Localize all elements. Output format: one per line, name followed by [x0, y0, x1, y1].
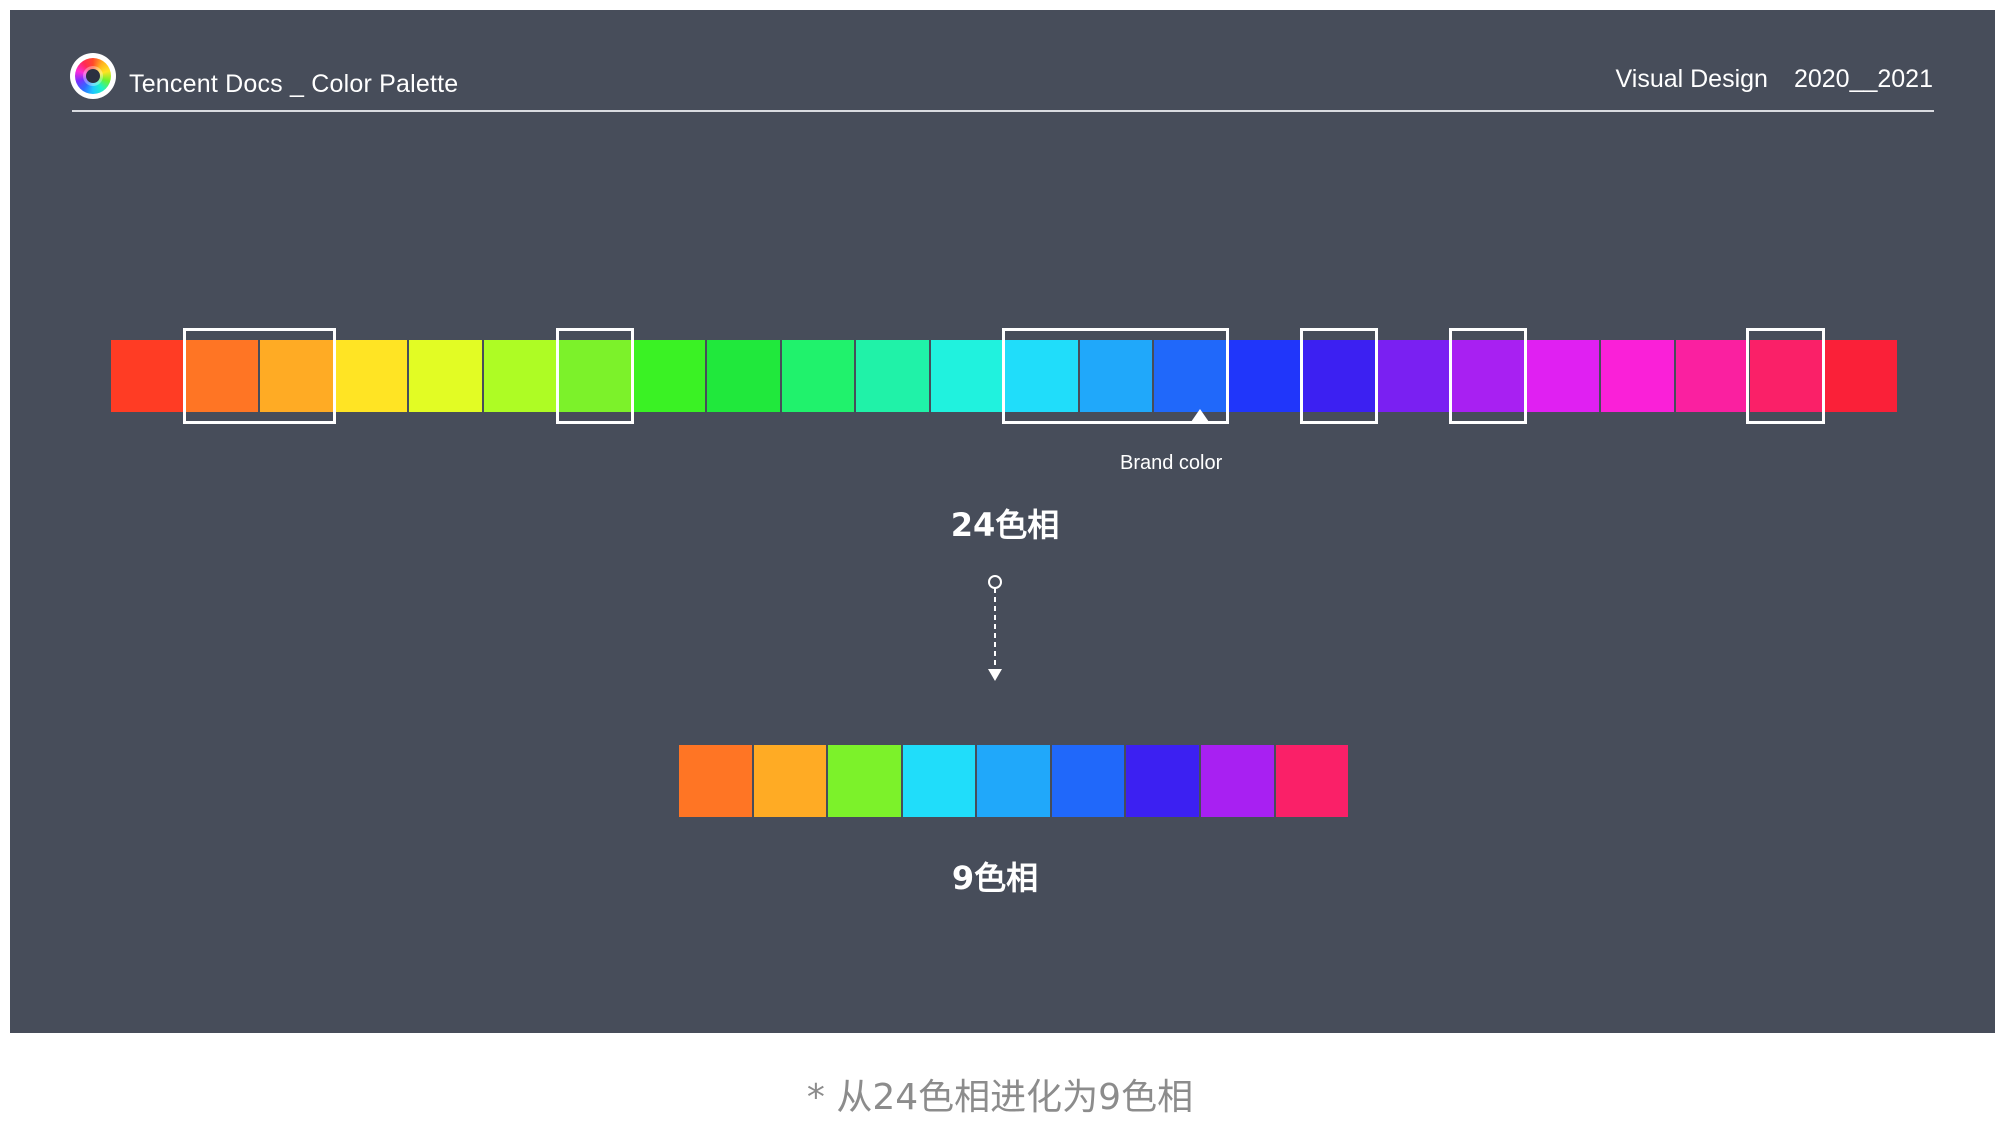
color-swatch-9 — [1275, 745, 1349, 817]
color-swatch-24 — [1675, 340, 1750, 412]
section-label: Visual Design — [1615, 65, 1768, 93]
year-range: 2020__2021 — [1793, 65, 1933, 93]
color-swatch-9 — [679, 745, 754, 817]
color-swatch-9 — [977, 745, 1052, 817]
caption-text: * 从24色相进化为9色相 — [806, 1077, 1194, 1118]
color-swatch-24 — [111, 340, 186, 412]
palette-9-label: 9色相 — [951, 859, 1039, 897]
color-swatch-24 — [781, 340, 856, 412]
color-swatch-24 — [334, 340, 409, 412]
color-swatch-9 — [753, 745, 829, 817]
color-swatch-24 — [856, 340, 931, 412]
brand-color-label: Brand color — [1120, 452, 1223, 474]
color-swatch-24 — [1377, 340, 1452, 412]
header-divider — [72, 110, 1934, 112]
tencent-docs-logo-icon — [70, 53, 116, 99]
color-swatch-24 — [483, 340, 558, 412]
color-swatch-24 — [409, 340, 484, 412]
selection-box — [1299, 328, 1379, 424]
color-swatch-24 — [1228, 340, 1303, 412]
color-swatch-9 — [828, 745, 903, 817]
color-swatch-9 — [902, 745, 978, 817]
color-swatch-9 — [1126, 745, 1201, 817]
color-swatch-24 — [707, 340, 782, 412]
slide-panel: Tencent Docs _ Color Palette Visual Desi… — [10, 10, 1995, 1033]
selection-box — [555, 328, 634, 424]
color-swatch-24 — [1824, 340, 1897, 412]
color-swatch-24 — [1601, 340, 1676, 412]
color-swatch-9 — [1200, 745, 1276, 817]
header-meta: Visual Design 2020__2021 — [1616, 65, 1933, 94]
selection-box — [1448, 328, 1527, 424]
selection-box — [1746, 328, 1825, 424]
palette-24-label: 24色相 — [950, 506, 1060, 544]
color-swatch-9 — [1051, 745, 1127, 817]
selection-box — [183, 328, 337, 424]
brand-marker-icon — [1191, 409, 1209, 422]
down-arrow-icon — [988, 575, 1002, 681]
color-swatch-24 — [930, 340, 1005, 412]
color-swatch-24 — [1526, 340, 1601, 412]
color-swatch-24 — [632, 340, 707, 412]
page-title: Tencent Docs _ Color Palette — [129, 70, 459, 98]
palette-9-strip — [679, 745, 1349, 817]
